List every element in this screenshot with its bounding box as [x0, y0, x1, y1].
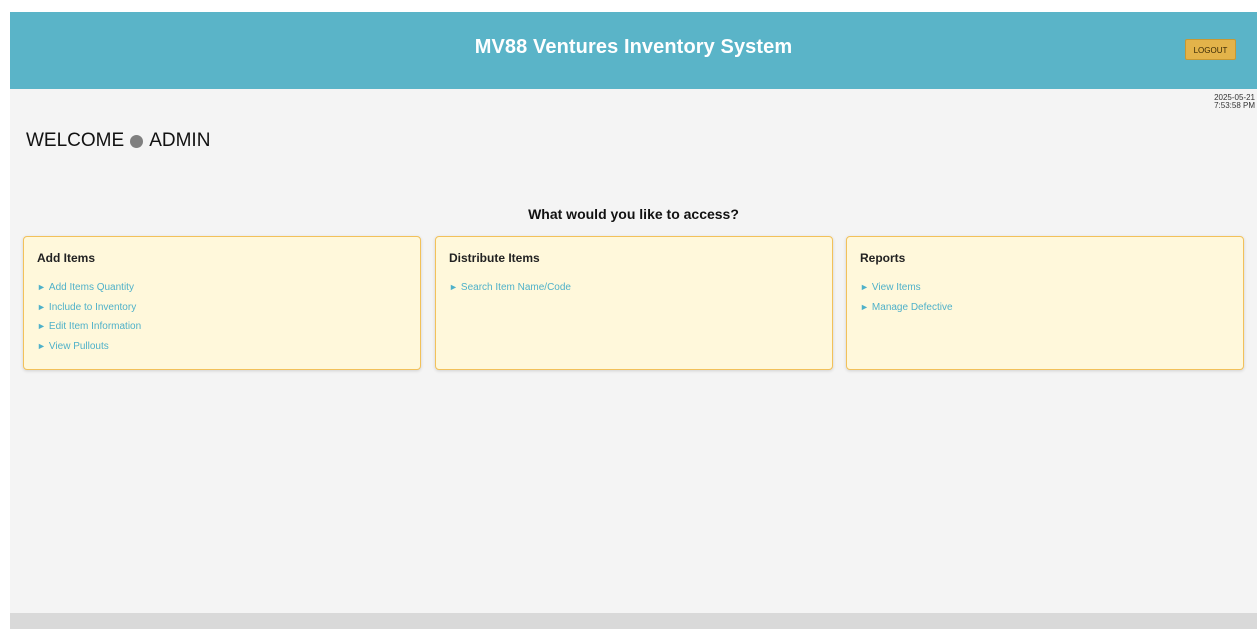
logout-button[interactable]: LOGOUT [1185, 39, 1236, 60]
link-include-to-inventory[interactable]: ► Include to Inventory [37, 298, 141, 318]
link-label: Manage Defective [871, 301, 953, 313]
link-manage-defective[interactable]: ► Manage Defective [860, 298, 953, 318]
link-view-pullouts[interactable]: ► View Pullouts [37, 337, 141, 357]
card-link-list: ► Add Items Quantity ► Include to Inventor… [37, 278, 141, 356]
link-view-items[interactable]: ► View Items [860, 278, 953, 298]
card-add-items: Add Items ► Add Items Quantity ► Include t… [23, 236, 421, 370]
datetime-display: 2025-05-21 7:53:58 PM [1214, 94, 1255, 110]
arrow-right-icon: ► [449, 282, 458, 292]
arrow-right-icon: ► [37, 340, 46, 351]
link-add-items-quantity[interactable]: ► Add Items Quantity [37, 278, 141, 298]
arrow-right-icon: ► [860, 282, 869, 292]
welcome-label: WELCOME [26, 130, 125, 151]
link-label: Include to Inventory [48, 301, 137, 313]
link-edit-item-information[interactable]: ► Edit Item Information [37, 317, 141, 337]
card-title: Add Items [37, 251, 96, 265]
card-title: Distribute Items [449, 251, 540, 265]
status-dot-icon [130, 134, 144, 148]
link-search-item-name-code[interactable]: ► Search Item Name/Code [449, 278, 571, 298]
welcome-heading: WELCOME ADMIN [26, 130, 210, 152]
page-footer [10, 613, 1257, 629]
card-title: Reports [860, 251, 906, 265]
current-time: 7:53:58 PM [1214, 101, 1255, 110]
arrow-right-icon: ► [37, 301, 46, 312]
link-label: Add Items Quantity [48, 282, 134, 293]
app-frame: MV88 Ventures Inventory System LOGOUT 20… [10, 12, 1257, 629]
app-header: MV88 Ventures Inventory System LOGOUT [10, 12, 1257, 89]
arrow-right-icon: ► [37, 282, 46, 292]
arrow-right-icon: ► [37, 321, 46, 331]
card-distribute-items: Distribute Items ► Search Item Name/Code [435, 236, 833, 370]
app-title: MV88 Ventures Inventory System [474, 36, 793, 58]
card-link-list: ► View Items ► Manage Defective [860, 278, 953, 317]
link-label: View Items [871, 282, 921, 293]
card-reports: Reports ► View Items ► Manage Defective [846, 236, 1244, 370]
access-prompt: What would you like to access? [528, 206, 739, 222]
link-label: View Pullouts [48, 340, 109, 352]
card-link-list: ► Search Item Name/Code [449, 278, 571, 298]
top-margin [0, 0, 1257, 12]
link-label: Edit Item Information [48, 321, 142, 332]
welcome-username: ADMIN [149, 130, 211, 151]
arrow-right-icon: ► [860, 301, 869, 312]
link-label: Search Item Name/Code [460, 282, 571, 293]
